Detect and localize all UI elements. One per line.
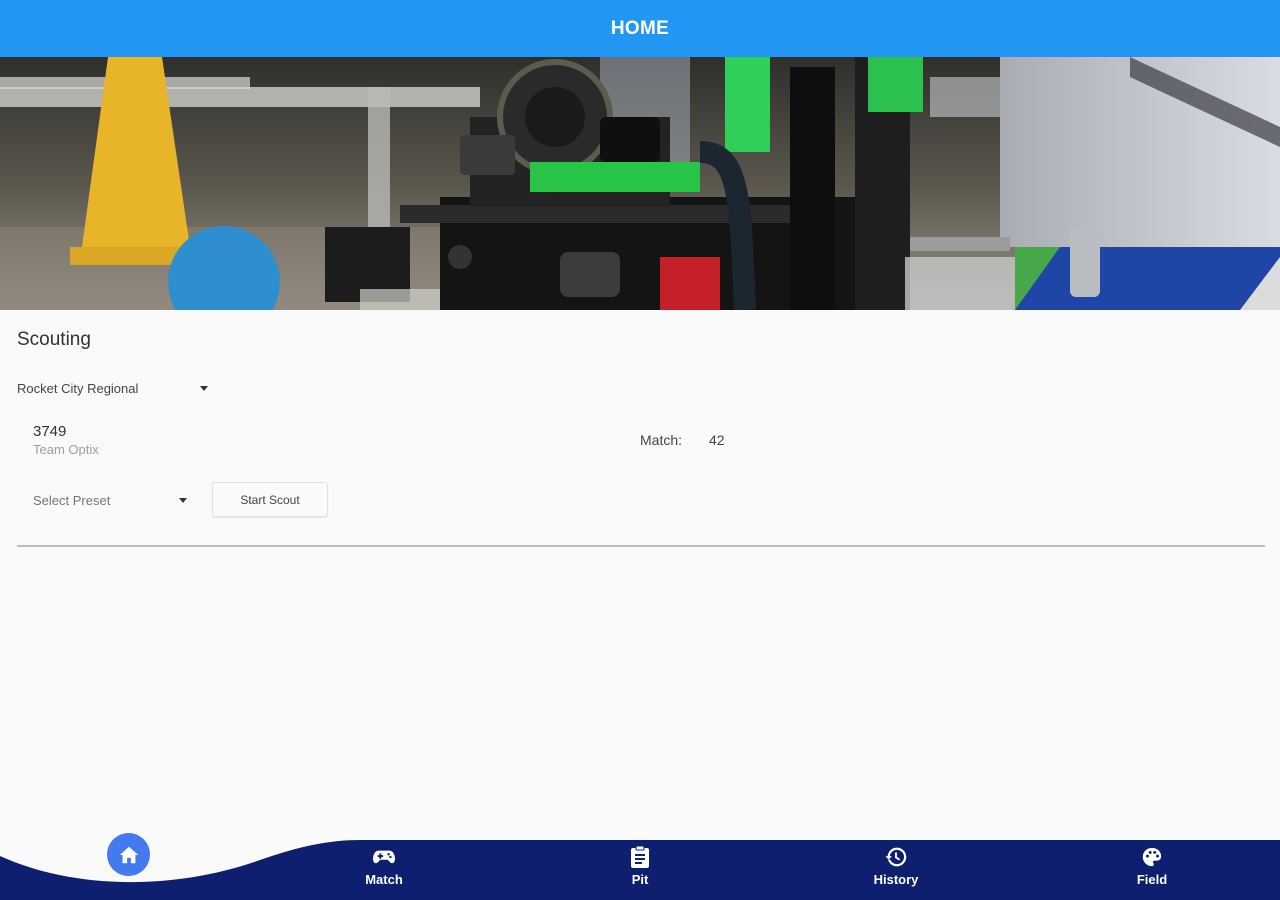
gamepad-icon [373, 850, 395, 864]
team-number: 3749 [33, 423, 67, 440]
section-title: Scouting [17, 329, 91, 350]
nav-item-history[interactable]: History [836, 846, 956, 898]
event-select-value: Rocket City Regional [17, 380, 139, 396]
nav-item-label: Field [1136, 872, 1168, 887]
home-icon [119, 846, 138, 863]
nav-item-pit[interactable]: Pit [580, 846, 700, 898]
match-label: Match: [640, 432, 683, 448]
app-bar: HOME [0, 0, 1280, 57]
nav-item-label: History [873, 872, 919, 887]
hero-image [0, 57, 1280, 310]
start-scout-button[interactable]: Start Scout [212, 482, 328, 517]
preset-select-placeholder: Select Preset [33, 492, 111, 508]
team-name: Team Optix [33, 442, 99, 457]
nav-item-field[interactable]: Field [1092, 846, 1212, 898]
nav-item-label: Match [365, 872, 403, 887]
caret-down-icon [200, 385, 208, 391]
history-icon [885, 847, 907, 867]
event-select[interactable]: Rocket City Regional [17, 378, 212, 398]
bottom-navigation: Match Pit History Field [0, 828, 1280, 900]
palette-icon [1142, 847, 1162, 867]
match-number: 42 [709, 432, 725, 448]
caret-down-icon [179, 497, 187, 503]
nav-item-label: Pit [631, 872, 649, 887]
divider [17, 545, 1265, 547]
preset-select[interactable]: Select Preset [33, 490, 191, 510]
clipboard-icon [631, 846, 649, 868]
nav-item-match[interactable]: Match [324, 846, 444, 898]
scouting-section: Scouting Rocket City Regional 3749 Team … [0, 310, 1280, 840]
page-title: HOME [610, 17, 670, 39]
nav-home-button[interactable] [107, 833, 150, 876]
